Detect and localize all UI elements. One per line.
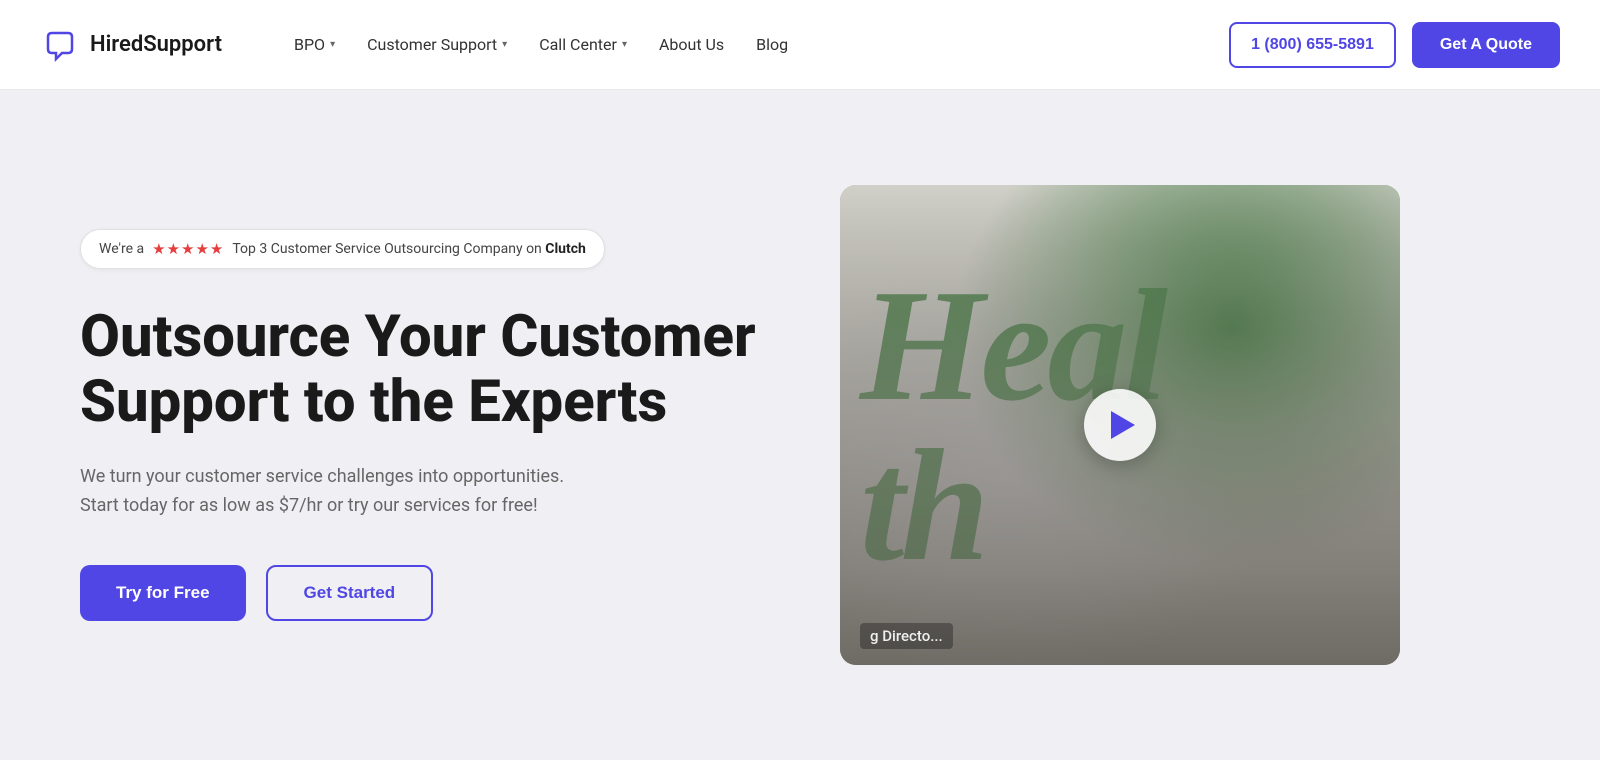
nav-item-call-center[interactable]: Call Center ▾	[527, 27, 639, 62]
clutch-badge: We're a ★★★★★ Top 3 Customer Service Out…	[80, 229, 605, 269]
nav-bpo-label: BPO	[294, 35, 325, 54]
logo-icon	[40, 25, 80, 65]
call-center-chevron-icon: ▾	[622, 39, 627, 50]
logo-text: HiredSupport	[90, 32, 222, 57]
play-button[interactable]	[1084, 389, 1156, 461]
nav-item-about-us[interactable]: About Us	[647, 27, 736, 62]
hero-video-area: Health g Directo...	[840, 185, 1400, 665]
try-free-button[interactable]: Try for Free	[80, 565, 246, 621]
video-caption: g Directo...	[860, 623, 953, 649]
nav-blog-label: Blog	[756, 35, 788, 54]
clutch-brand: Clutch	[545, 241, 586, 257]
nav-customer-support-label: Customer Support	[367, 35, 497, 54]
bpo-chevron-icon: ▾	[330, 39, 335, 50]
navbar: HiredSupport BPO ▾ Customer Support ▾ Ca…	[0, 0, 1600, 90]
nav-item-customer-support[interactable]: Customer Support ▾	[355, 27, 519, 62]
hero-content: We're a ★★★★★ Top 3 Customer Service Out…	[80, 229, 760, 621]
hero-title: Outsource Your Customer Support to the E…	[80, 305, 760, 435]
hero-subtitle: We turn your customer service challenges…	[80, 463, 580, 521]
play-icon	[1111, 411, 1135, 439]
logo-link[interactable]: HiredSupport	[40, 25, 222, 65]
badge-stars: ★★★★★	[152, 240, 224, 258]
hero-buttons: Try for Free Get Started	[80, 565, 760, 621]
video-container[interactable]: Health g Directo...	[840, 185, 1400, 665]
get-started-button[interactable]: Get Started	[266, 565, 434, 621]
nav-call-center-label: Call Center	[539, 35, 617, 54]
nav-item-bpo[interactable]: BPO ▾	[282, 27, 347, 62]
customer-support-chevron-icon: ▾	[502, 39, 507, 50]
nav-item-blog[interactable]: Blog	[744, 27, 800, 62]
badge-suffix: Top 3 Customer Service Outsourcing Compa…	[232, 241, 585, 257]
hero-section: We're a ★★★★★ Top 3 Customer Service Out…	[0, 90, 1600, 760]
phone-button[interactable]: 1 (800) 655-5891	[1229, 22, 1396, 68]
quote-button[interactable]: Get A Quote	[1412, 22, 1560, 68]
badge-prefix: We're a	[99, 241, 144, 257]
nav-about-us-label: About Us	[659, 35, 724, 54]
nav-links: BPO ▾ Customer Support ▾ Call Center ▾ A…	[282, 27, 1229, 62]
nav-right: 1 (800) 655-5891 Get A Quote	[1229, 22, 1560, 68]
